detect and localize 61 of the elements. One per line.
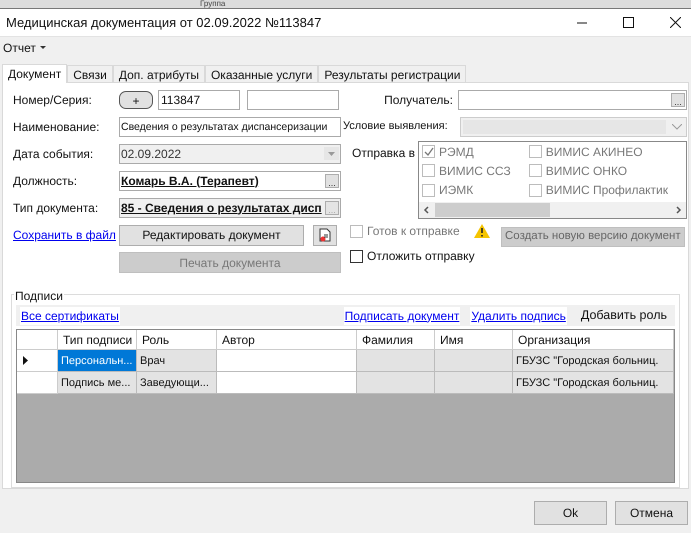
- option-label: ВИМИС ССЗ: [439, 162, 511, 180]
- option-label: ИЭМК: [439, 182, 474, 200]
- field-label: Отправка в: [351, 145, 416, 162]
- dialog-button[interactable]: Ok: [534, 501, 607, 525]
- row-header[interactable]: [17, 350, 58, 372]
- menu-item[interactable]: Отчет: [0, 38, 49, 56]
- scrollbar-thumb[interactable]: [435, 203, 550, 217]
- field-label: Тип документа:: [13, 200, 100, 216]
- field-label: Должность:: [13, 172, 78, 190]
- save-to-file-link[interactable]: Сохранить в файл: [13, 226, 119, 244]
- warning-icon: [474, 224, 490, 238]
- field-label: Номер/Серия:: [13, 92, 93, 108]
- add-button[interactable]: +: [119, 90, 153, 108]
- maximize-icon[interactable]: [623, 17, 634, 28]
- table-cell: ГБУЗС "Городская больниц.: [513, 350, 674, 372]
- table-cell: Врач: [137, 350, 217, 372]
- field-label: Условие выявления:: [343, 119, 449, 134]
- table-cell: Подпись ме...: [58, 372, 137, 394]
- current-row-icon: [23, 356, 28, 365]
- field-label: Получатель:: [383, 92, 454, 108]
- option-label: ВИМИС АКИНЕО: [546, 144, 643, 160]
- table-cell: Заведующи...: [137, 372, 217, 394]
- browse-button[interactable]: ...: [325, 174, 339, 188]
- table-cell: ГБУЗС "Городская больниц.: [513, 372, 674, 394]
- chevron-down-icon: [672, 124, 682, 130]
- tab[interactable]: Связи: [67, 65, 113, 82]
- caret-icon: [40, 46, 46, 50]
- window-title: Медицинская документация от 02.09.2022 №113847: [5, 14, 322, 32]
- name-field[interactable]: Сведения о результатах диспансеризации: [119, 116, 341, 136]
- document-icon-button[interactable]: [313, 224, 337, 246]
- add-role-button[interactable]: Добавить роль: [576, 306, 671, 325]
- browse-button[interactable]: ...: [671, 92, 685, 106]
- tab[interactable]: Оказанные услуги: [204, 65, 318, 82]
- field-label: Дата события:: [13, 146, 94, 162]
- close-icon[interactable]: [670, 17, 681, 28]
- dialog-button[interactable]: Отмена: [615, 501, 688, 525]
- signature-link[interactable]: Удалить подпись: [470, 306, 567, 324]
- edit-document-button[interactable]: Редактировать документ: [119, 224, 304, 246]
- checkbox[interactable]: [350, 250, 363, 262]
- option-label: РЭМД: [439, 144, 474, 160]
- document-icon: [319, 228, 331, 242]
- checkbox-label: Отложить отправку: [367, 248, 475, 265]
- table-cell: Персональн...: [58, 350, 137, 372]
- field-label: Наименование:: [13, 118, 101, 136]
- option-label: ВИМИС ОНКО: [546, 162, 628, 180]
- lookup-value: Комарь В.А. (Терапевт): [120, 172, 260, 190]
- tab[interactable]: Результаты регистрации: [318, 65, 466, 82]
- horizontal-scrollbar[interactable]: [419, 202, 686, 218]
- recipient-field[interactable]: ...: [458, 90, 687, 110]
- lookup-field[interactable]: Комарь В.А. (Терапевт) ...: [119, 170, 341, 190]
- date-value: 02.09.2022: [120, 146, 182, 162]
- tab[interactable]: Доп. атрибуты: [112, 65, 205, 82]
- tab[interactable]: Документ: [2, 64, 68, 83]
- series-field[interactable]: [247, 90, 339, 110]
- signature-link[interactable]: Подписать документ: [344, 306, 460, 324]
- checkbox-label: Готов к отправке: [367, 223, 460, 240]
- background-window-title: Группа: [0, 0, 691, 8]
- option-label: ВИМИС Профилактик: [546, 182, 668, 200]
- number-field[interactable]: 113847: [158, 90, 240, 110]
- all-certificates-link[interactable]: Все сертификаты: [20, 306, 120, 324]
- lookup-value: 85 - Сведения о результатах дисп: [120, 200, 323, 216]
